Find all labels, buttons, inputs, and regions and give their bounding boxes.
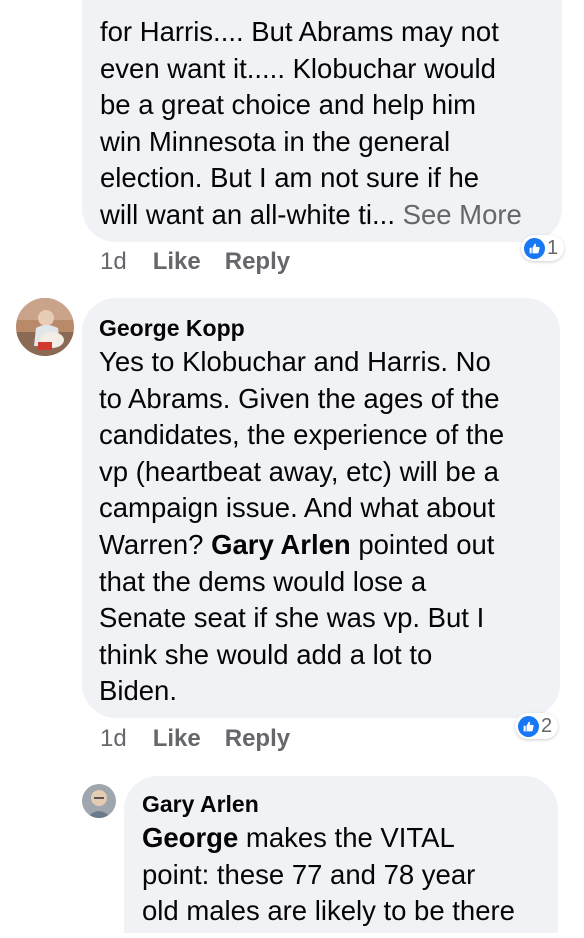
comment-text: George makes the VITAL point: these 77 a… <box>142 820 541 930</box>
avatar[interactable] <box>82 784 116 818</box>
reaction-badge[interactable]: 2 <box>515 713 559 739</box>
comment-timestamp[interactable]: 1d <box>100 725 127 753</box>
comment-text-body: for Harris.... But Abrams may not even w… <box>100 16 499 230</box>
reaction-count: 2 <box>541 714 553 737</box>
comment-timestamp[interactable]: 1d <box>100 248 127 276</box>
comment-text: for Harris.... But Abrams may not even w… <box>100 14 544 234</box>
like-button[interactable]: Like <box>153 248 201 276</box>
avatar[interactable] <box>16 298 74 356</box>
comment-actions: 1d Like Reply <box>100 724 314 754</box>
reaction-count: 1 <box>547 236 559 259</box>
comment-bubble: Gary Arlen George makes the VITAL point:… <box>124 776 558 938</box>
comment-bubble: George Kopp Yes to Klobuchar and Harris.… <box>82 298 560 718</box>
user-mention[interactable]: Gary Arlen <box>211 529 351 560</box>
bottom-edge <box>0 933 584 938</box>
user-mention[interactable]: George <box>142 822 238 853</box>
comment-thread: for Harris.... But Abrams may not even w… <box>0 0 584 938</box>
comment-author[interactable]: Gary Arlen <box>142 790 541 818</box>
comment-actions: 1d Like Reply <box>100 247 314 277</box>
like-button[interactable]: Like <box>153 725 201 753</box>
reaction-badge[interactable]: 1 <box>521 235 565 261</box>
comment-text: Yes to Klobuchar and Harris. No to Abram… <box>99 344 542 710</box>
see-more-link[interactable]: See More <box>403 199 522 230</box>
comment-text-part: Yes to Klobuchar and Harris. No to Abram… <box>99 346 505 560</box>
reply-button[interactable]: Reply <box>225 248 290 276</box>
comment-bubble: for Harris.... But Abrams may not even w… <box>82 0 562 242</box>
thumbs-up-icon <box>524 237 545 259</box>
thumbs-up-icon <box>518 715 539 737</box>
reply-button[interactable]: Reply <box>225 725 290 753</box>
comment-author[interactable]: George Kopp <box>99 314 542 342</box>
